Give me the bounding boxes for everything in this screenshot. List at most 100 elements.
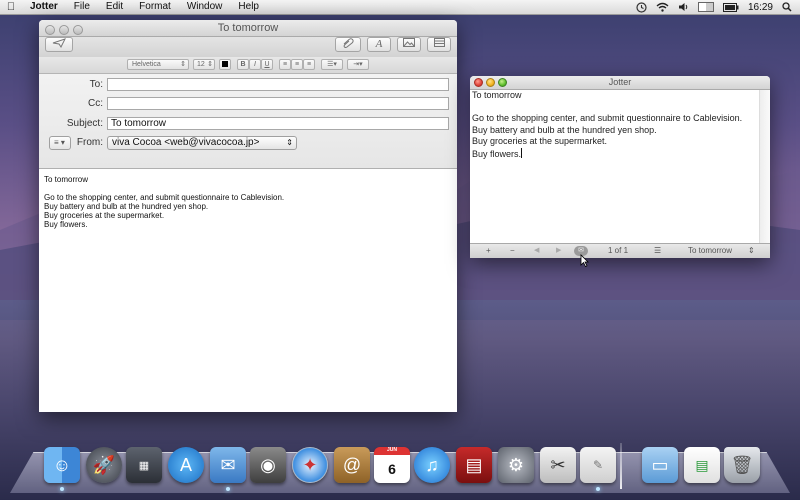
safari-icon[interactable]: ✦	[292, 447, 328, 483]
stationery-icon	[433, 38, 445, 47]
italic-button[interactable]: I	[249, 59, 261, 70]
bold-button[interactable]: B	[237, 59, 249, 70]
jotter-line: Buy flowers.	[472, 148, 522, 159]
mail-compose-window: To tomorrow A Helvetica ⇕ 12 ⇕ B I U ≡ ≡ ≡…	[39, 20, 457, 412]
clock[interactable]: 16:29	[748, 2, 773, 13]
header-options-button[interactable]: ≡ ▾	[49, 136, 71, 150]
spotlight-search-icon[interactable]	[782, 2, 792, 12]
to-field[interactable]	[107, 78, 449, 91]
attach-button[interactable]	[335, 37, 361, 52]
mail-body-line: Buy groceries at the supermarket.	[44, 211, 165, 220]
close-button[interactable]	[45, 25, 55, 35]
jotter-window: Jotter To tomorrow Go to the shopping ce…	[470, 76, 770, 258]
add-note-button[interactable]: +	[486, 245, 491, 257]
zoom-button[interactable]	[498, 78, 507, 87]
list-popup-button[interactable]: ☰▾	[321, 59, 343, 70]
text-color-button[interactable]	[219, 59, 231, 70]
format-bar: Helvetica ⇕ 12 ⇕ B I U ≡ ≡ ≡ ☰▾ ⇥▾	[39, 57, 457, 74]
subject-field[interactable]: To tomorrow	[107, 117, 449, 130]
mail-icon[interactable]: ✉	[210, 447, 246, 483]
jotter-text-area[interactable]: To tomorrow Go to the shopping center, a…	[470, 90, 760, 244]
menu-file[interactable]: File	[66, 0, 98, 14]
stationery-button[interactable]	[427, 37, 451, 52]
dock: ☺ 🚀 ▦ A ✉ ◉ ✦ @ JUN 6 ♫ ▤ ⚙ ✂ ✎ ▭ ▤ 🗑	[40, 443, 770, 491]
trash-icon[interactable]: 🗑	[724, 447, 760, 483]
menu-window[interactable]: Window	[179, 0, 231, 14]
facetime-icon[interactable]: ◉	[250, 447, 286, 483]
menu-app-name[interactable]: Jotter	[22, 0, 66, 14]
align-right-button[interactable]: ≡	[303, 59, 315, 70]
mail-body[interactable]: To tomorrow Go to the shopping center, a…	[39, 169, 457, 235]
volume-icon[interactable]	[678, 2, 689, 12]
wifi-icon[interactable]	[656, 2, 669, 12]
align-left-button[interactable]: ≡	[279, 59, 291, 70]
font-name-popup[interactable]: Helvetica ⇕	[127, 59, 189, 70]
minimize-button[interactable]	[486, 78, 495, 87]
calendar-icon[interactable]: JUN 6	[374, 447, 410, 483]
note-list-icon[interactable]: ☰	[654, 245, 661, 257]
time-machine-icon[interactable]	[636, 1, 647, 13]
page-indicator: 1 of 1	[608, 246, 629, 255]
apple-menu-icon[interactable]: 	[0, 1, 22, 13]
send-button[interactable]	[45, 37, 73, 52]
jotter-bottom-bar: + − ◀ ▶ ✉ 1 of 1 ☰ To tomorrow ⇕	[470, 243, 770, 258]
fonts-button[interactable]: A	[367, 37, 391, 52]
subject-label: Subject:	[66, 118, 103, 129]
from-popup[interactable]: viva Cocoa <web@vivacocoa.jp> ⇕	[107, 136, 297, 150]
documents-stack-icon[interactable]: ▤	[684, 447, 720, 483]
launchpad-icon[interactable]: 🚀	[86, 447, 122, 483]
zoom-button[interactable]	[73, 25, 83, 35]
contacts-icon[interactable]: @	[334, 447, 370, 483]
photo-icon	[403, 38, 415, 47]
menu-help[interactable]: Help	[230, 0, 267, 14]
mission-control-icon[interactable]: ▦	[126, 447, 162, 483]
menu-format[interactable]: Format	[131, 0, 179, 14]
remove-note-button[interactable]: −	[510, 245, 515, 257]
calendar-month: JUN	[386, 447, 397, 453]
previous-note-button[interactable]: ◀	[534, 245, 539, 257]
align-center-icon: ≡	[294, 61, 300, 68]
dock-separator	[620, 443, 622, 489]
status-area: 16:29	[636, 2, 800, 13]
preview-icon[interactable]: ✂	[540, 447, 576, 483]
jotter-line: To tomorrow	[472, 90, 522, 100]
cc-label: Cc:	[88, 98, 103, 109]
jotter-line: Buy battery and bulb at the hundred yen …	[472, 124, 657, 135]
paperclip-icon	[343, 38, 354, 48]
mail-titlebar[interactable]: To tomorrow	[39, 20, 457, 37]
battery-icon[interactable]	[722, 2, 739, 12]
next-note-button[interactable]: ▶	[556, 245, 561, 257]
jotter-app-icon[interactable]: ✎	[580, 447, 616, 483]
note-selector-popup[interactable]: To tomorrow	[688, 245, 732, 257]
font-size-popup[interactable]: 12 ⇕	[193, 59, 215, 70]
finder-icon[interactable]: ☺	[44, 447, 80, 483]
align-center-button[interactable]: ≡	[291, 59, 303, 70]
mail-body-line	[44, 184, 452, 193]
itunes-icon[interactable]: ♫	[414, 447, 450, 483]
applications-folder-icon[interactable]: ▭	[642, 447, 678, 483]
jotter-titlebar[interactable]: Jotter	[470, 76, 770, 90]
align-right-icon: ≡	[306, 61, 312, 68]
indent-popup-button[interactable]: ⇥▾	[347, 59, 369, 70]
jotter-line	[472, 102, 758, 114]
minimize-button[interactable]	[59, 25, 69, 35]
close-button[interactable]	[474, 78, 483, 87]
menu-edit[interactable]: Edit	[98, 0, 131, 14]
input-source-flag-icon[interactable]	[697, 2, 714, 12]
note-selector-value: To tomorrow	[688, 246, 733, 255]
system-preferences-icon[interactable]: ⚙	[498, 447, 534, 483]
jotter-scrollbar[interactable]	[759, 90, 770, 244]
font-name-value: Helvetica	[132, 61, 161, 68]
mail-window-title: To tomorrow	[217, 22, 279, 34]
app-store-icon[interactable]: A	[168, 447, 204, 483]
popup-arrows-icon: ⇕	[748, 246, 755, 255]
photo-booth-icon[interactable]: ▤	[456, 447, 492, 483]
text-caret	[521, 147, 523, 158]
cc-field[interactable]	[107, 97, 449, 110]
mouse-pointer-icon	[580, 254, 589, 267]
underline-button[interactable]: U	[261, 59, 273, 70]
jotter-window-title: Jotter	[608, 77, 632, 87]
popup-arrows-icon: ⇕	[207, 61, 213, 68]
popup-arrows-icon: ⇕	[180, 61, 186, 68]
photo-browser-button[interactable]	[397, 37, 421, 52]
